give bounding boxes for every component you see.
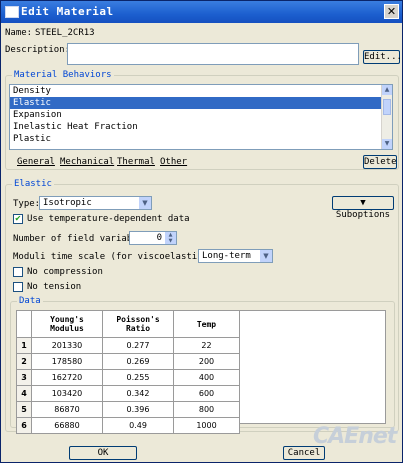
chevron-down-icon: ▼ bbox=[360, 198, 366, 208]
table-cell[interactable]: 0.396 bbox=[102, 401, 174, 418]
spin-down-icon[interactable]: ▼ bbox=[165, 238, 176, 244]
row-number-cell: 5 bbox=[16, 401, 32, 418]
table-cell[interactable]: 400 bbox=[173, 369, 240, 386]
type-label: Type: bbox=[13, 199, 41, 209]
menu-thermal[interactable]: Thermal bbox=[117, 157, 155, 167]
table-cell[interactable]: 103420 bbox=[31, 385, 103, 402]
scroll-up-icon[interactable]: ▲ bbox=[382, 85, 392, 95]
window-icon bbox=[5, 6, 19, 18]
table-row[interactable]: 4 103420 0.342 600 bbox=[16, 385, 240, 402]
description-input[interactable] bbox=[67, 43, 359, 65]
menu-general[interactable]: General bbox=[17, 157, 55, 167]
table-row[interactable]: 5 86870 0.396 800 bbox=[16, 401, 240, 418]
ok-button[interactable]: OK bbox=[69, 446, 137, 460]
table-cell[interactable]: 200 bbox=[173, 353, 240, 370]
description-label: Description: bbox=[5, 45, 71, 55]
field-vars-stepper[interactable]: 0 ▲ ▼ bbox=[129, 231, 177, 245]
table-row[interactable]: 1 201330 0.277 22 bbox=[16, 337, 240, 354]
moduli-value: Long-term bbox=[202, 251, 251, 261]
type-value: Isotropic bbox=[43, 198, 92, 208]
row-number-cell: 4 bbox=[16, 385, 32, 402]
window-title: Edit Material bbox=[21, 5, 114, 18]
menu-mechanical[interactable]: Mechanical bbox=[60, 157, 114, 167]
table-cell[interactable]: 178580 bbox=[31, 353, 103, 370]
table-cell[interactable]: 22 bbox=[173, 337, 240, 354]
material-behaviors-legend: Material Behaviors bbox=[12, 70, 114, 80]
list-item[interactable]: Expansion bbox=[10, 109, 392, 121]
scroll-down-icon[interactable]: ▼ bbox=[382, 139, 392, 149]
table-row[interactable]: 2 178580 0.269 200 bbox=[16, 353, 240, 370]
scroll-thumb[interactable] bbox=[383, 99, 391, 115]
no-compression-checkbox[interactable] bbox=[13, 267, 23, 277]
use-temp-checkbox[interactable]: ✔ bbox=[13, 214, 23, 224]
no-compression-label: No compression bbox=[27, 267, 103, 277]
column-header: Temp bbox=[173, 310, 240, 338]
title-bar[interactable]: Edit Material ✕ bbox=[1, 1, 402, 23]
watermark-logo: CAEnet bbox=[313, 424, 397, 449]
row-number-cell: 2 bbox=[16, 353, 32, 370]
table-row[interactable]: 3 162720 0.255 400 bbox=[16, 369, 240, 386]
list-item[interactable]: Density bbox=[10, 85, 392, 97]
data-legend: Data bbox=[17, 296, 43, 306]
table-cell[interactable]: 800 bbox=[173, 401, 240, 418]
table-header-row: Young's Modulus Poisson's Ratio Temp bbox=[16, 310, 240, 338]
edit-material-dialog: Edit Material ✕ Name: STEEL_2CR13 Descri… bbox=[0, 0, 403, 463]
name-label: Name: bbox=[5, 28, 33, 38]
moduli-select[interactable]: Long-term ▼ bbox=[198, 249, 273, 263]
row-number-cell: 6 bbox=[16, 417, 32, 434]
data-table[interactable]: Young's Modulus Poisson's Ratio Temp 1 20… bbox=[16, 310, 240, 434]
type-select[interactable]: Isotropic ▼ bbox=[39, 196, 152, 210]
table-cell[interactable]: 0.255 bbox=[102, 369, 174, 386]
spin-buttons[interactable]: ▲ ▼ bbox=[165, 232, 176, 244]
list-item-selected[interactable]: Elastic bbox=[10, 97, 392, 109]
behaviors-scrollbar[interactable]: ▲ ▼ bbox=[381, 85, 392, 149]
check-icon: ✔ bbox=[14, 214, 22, 223]
table-cell[interactable]: 86870 bbox=[31, 401, 103, 418]
table-row[interactable]: 6 66880 0.49 1000 bbox=[16, 417, 240, 434]
table-cell[interactable]: 600 bbox=[173, 385, 240, 402]
name-value: STEEL_2CR13 bbox=[35, 28, 95, 38]
field-vars-value: 0 bbox=[156, 233, 162, 243]
suboptions-button[interactable]: ▼ Suboptions bbox=[332, 196, 394, 220]
elastic-legend: Elastic bbox=[12, 179, 54, 189]
row-number-cell: 3 bbox=[16, 369, 32, 386]
table-cell[interactable]: 162720 bbox=[31, 369, 103, 386]
column-header: Young's Modulus bbox=[31, 310, 103, 338]
no-tension-checkbox[interactable] bbox=[13, 282, 23, 292]
table-cell[interactable]: 0.49 bbox=[102, 417, 174, 434]
no-tension-label: No tension bbox=[27, 282, 82, 292]
chevron-down-icon[interactable]: ▼ bbox=[260, 250, 272, 262]
behaviors-list[interactable]: Density Elastic Expansion Inelastic Heat… bbox=[9, 84, 393, 150]
list-item[interactable]: Plastic bbox=[10, 133, 392, 145]
table-cell[interactable]: 66880 bbox=[31, 417, 103, 434]
delete-button[interactable]: Delete bbox=[363, 155, 397, 169]
table-cell[interactable]: 201330 bbox=[31, 337, 103, 354]
close-button[interactable]: ✕ bbox=[384, 4, 399, 19]
table-cell[interactable]: 0.342 bbox=[102, 385, 174, 402]
chevron-down-icon[interactable]: ▼ bbox=[139, 197, 151, 209]
menu-other[interactable]: Other bbox=[160, 157, 187, 167]
table-cell[interactable]: 0.277 bbox=[102, 337, 174, 354]
column-header: Poisson's Ratio bbox=[102, 310, 174, 338]
table-cell[interactable]: 0.269 bbox=[102, 353, 174, 370]
row-number-cell: 1 bbox=[16, 337, 32, 354]
row-number-header bbox=[16, 310, 32, 338]
edit-description-button[interactable]: Edit... bbox=[363, 50, 402, 64]
list-item[interactable]: Inelastic Heat Fraction bbox=[10, 121, 392, 133]
table-cell[interactable]: 1000 bbox=[173, 417, 240, 434]
suboptions-label: Suboptions bbox=[335, 210, 391, 220]
use-temp-label: Use temperature-dependent data bbox=[27, 214, 190, 224]
